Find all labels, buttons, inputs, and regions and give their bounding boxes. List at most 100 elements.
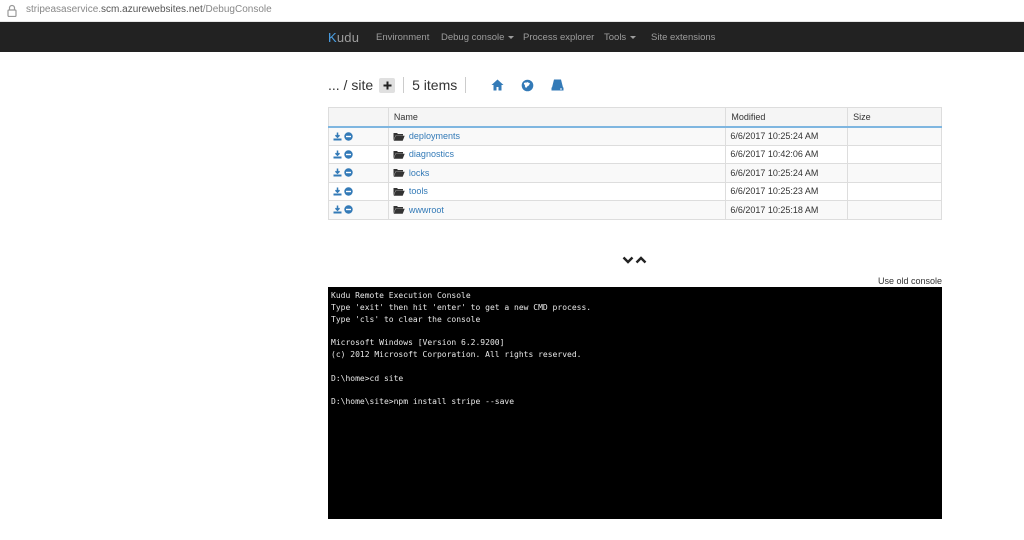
modified-cell: 6/6/2017 10:42:06 AM [725, 144, 849, 164]
nav-environment[interactable]: Environment [376, 32, 429, 43]
nav-debug-console-label: Debug console [441, 32, 505, 43]
table-row: diagnostics 6/6/2017 10:42:06 AM [328, 144, 942, 164]
folder-link[interactable]: deployments [393, 131, 725, 141]
top-navbar: Kudu Environment Debug console Process e… [0, 22, 1024, 52]
table-row: locks 6/6/2017 10:25:24 AM [328, 163, 942, 182]
table-header-row: Name Modified Size [328, 107, 942, 128]
table-row: tools 6/6/2017 10:25:23 AM [328, 181, 942, 201]
url-text[interactable]: stripeasaservice.scm.azurewebsites.net/D… [26, 4, 272, 15]
folder-icon [393, 150, 405, 159]
row-actions [328, 144, 389, 164]
plus-icon [383, 81, 392, 89]
modified-cell: 6/6/2017 10:25:24 AM [725, 126, 849, 145]
console-line: Kudu Remote Execution Console [331, 291, 471, 300]
download-icon[interactable] [333, 150, 342, 159]
delete-icon[interactable] [344, 187, 353, 196]
home-button[interactable] [490, 78, 504, 92]
nav-site-extensions[interactable]: Site extensions [651, 32, 715, 43]
folder-name: deployments [408, 131, 460, 141]
nav-tools-label: Tools [604, 32, 627, 43]
size-cell [847, 144, 942, 164]
size-header[interactable]: Size [847, 107, 942, 128]
delete-icon[interactable] [344, 168, 353, 177]
breadcrumb: ... / site 5 items [328, 75, 564, 95]
console-line: Microsoft Windows [Version 6.2.9200] [331, 338, 505, 348]
folder-icon [393, 132, 405, 141]
divider [465, 77, 467, 93]
name-header[interactable]: Name [388, 107, 727, 128]
brand-rest: udu [336, 30, 360, 45]
delete-icon[interactable] [344, 131, 353, 141]
delete-icon[interactable] [344, 150, 353, 159]
url-path: /DebugConsole [202, 4, 272, 15]
kudu-logo[interactable]: Kudu [328, 30, 359, 45]
console-terminal[interactable]: Kudu Remote Execution Console Type 'exit'… [328, 287, 942, 519]
folder-icon [393, 206, 405, 214]
size-cell [847, 200, 942, 219]
nav-debug-console[interactable]: Debug console [441, 32, 515, 43]
folder-link[interactable]: locks [393, 168, 725, 178]
download-icon[interactable] [333, 205, 342, 214]
row-actions [328, 126, 389, 145]
url-host: scm.azurewebsites.net [101, 4, 203, 15]
folder-link[interactable]: wwwroot [393, 205, 725, 215]
items-count: 5 items [412, 77, 458, 93]
add-folder-button[interactable] [379, 77, 396, 93]
folder-name: diagnostics [408, 149, 454, 160]
nav-process-explorer[interactable]: Process explorer [523, 32, 594, 43]
console-line: Type 'cls' to clear the console [331, 314, 481, 324]
download-icon[interactable] [333, 132, 342, 141]
console-line: Type 'exit' then hit 'enter' to get a ne… [331, 302, 592, 312]
chevron-down-icon[interactable] [622, 255, 634, 265]
name-cell: deployments [388, 126, 727, 145]
nav-tools[interactable]: Tools [604, 32, 637, 43]
delete-icon[interactable] [344, 205, 353, 214]
folder-name: tools [408, 186, 428, 197]
actions-header [328, 107, 389, 128]
url-prefix: stripeasaservice. [26, 4, 102, 15]
console-line: D:\home>cd site [331, 373, 404, 383]
name-cell: diagnostics [388, 144, 727, 164]
folder-link[interactable]: diagnostics [393, 149, 725, 159]
breadcrumb-path[interactable]: ... / site [328, 77, 373, 93]
modified-cell: 6/6/2017 10:25:23 AM [725, 181, 849, 201]
divider [403, 77, 405, 93]
row-actions [328, 163, 389, 182]
chevron-up-icon[interactable] [635, 255, 647, 265]
resize-toggles [622, 255, 647, 269]
globe-button[interactable] [520, 78, 534, 92]
modified-cell: 6/6/2017 10:25:18 AM [725, 200, 849, 219]
download-icon[interactable] [333, 168, 342, 177]
folder-icon [393, 169, 405, 177]
home-icon [491, 79, 504, 91]
address-bar[interactable]: stripeasaservice.scm.azurewebsites.net/D… [0, 0, 1024, 22]
download-icon[interactable] [333, 187, 342, 196]
globe-icon [521, 79, 534, 91]
folder-icon [393, 187, 405, 196]
drive-icon [551, 79, 564, 91]
drive-button[interactable] [550, 78, 564, 92]
name-cell: locks [388, 163, 727, 182]
caret-down-icon [630, 35, 637, 39]
table-row: deployments 6/6/2017 10:25:24 AM [328, 126, 942, 145]
size-cell [847, 181, 942, 201]
name-cell: tools [388, 181, 727, 201]
console-line: (c) 2012 Microsoft Corporation. All righ… [331, 349, 582, 359]
size-cell [847, 126, 942, 145]
brand-letter: K [328, 30, 337, 45]
file-table: Name Modified Size deployments 6/6/2017 … [328, 107, 942, 220]
folder-name: locks [408, 167, 430, 178]
folder-name: wwwroot [408, 204, 444, 215]
row-actions [328, 181, 389, 201]
row-actions [328, 200, 389, 219]
size-cell [847, 163, 942, 182]
modified-header[interactable]: Modified [725, 107, 849, 128]
folder-link[interactable]: tools [393, 186, 725, 196]
console-line: D:\home\site>npm install stripe --save [331, 397, 515, 407]
modified-cell: 6/6/2017 10:25:24 AM [725, 163, 849, 182]
use-old-console-link[interactable]: Use old console [878, 276, 942, 286]
name-cell: wwwroot [388, 200, 727, 219]
